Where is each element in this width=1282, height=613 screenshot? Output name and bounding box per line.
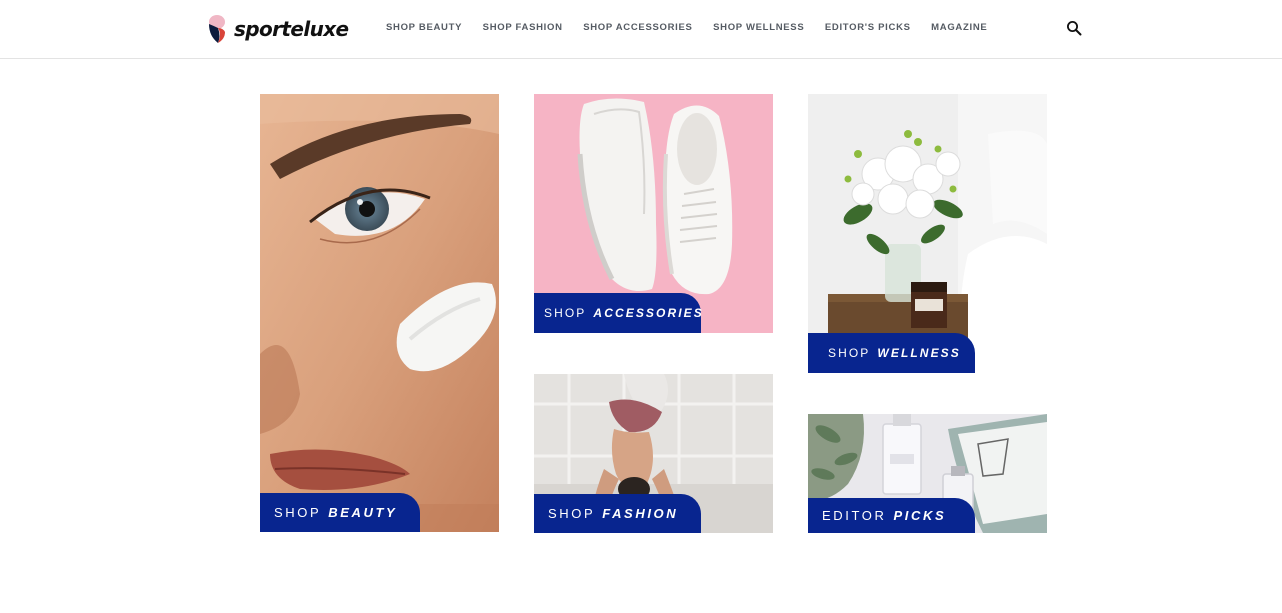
tile-label-wellness: SHOP WELLNESS [808, 333, 975, 373]
site-header: sporteluxe SHOP BEAUTY SHOP FASHION SHOP… [0, 0, 1282, 59]
tile-label-beauty: SHOP BEAUTY [260, 493, 420, 532]
tile-shop-wellness[interactable]: SHOP WELLNESS [808, 94, 1047, 373]
tile-label-word: ACCESSORIES [593, 306, 704, 320]
tile-label-fashion: SHOP FASHION [534, 494, 701, 533]
nav-magazine[interactable]: MAGAZINE [931, 22, 987, 34]
tile-label-prefix: SHOP [544, 306, 587, 320]
nav-shop-accessories[interactable]: SHOP ACCESSORIES [583, 22, 692, 34]
search-icon[interactable] [1066, 20, 1082, 36]
face-with-cream-photo [260, 94, 499, 532]
tile-editor-picks[interactable]: EDITOR PICKS [808, 414, 1047, 533]
tile-shop-beauty[interactable]: SHOP BEAUTY [260, 94, 499, 532]
tile-label-word: PICKS [893, 508, 947, 523]
tile-label-word: WELLNESS [877, 346, 961, 360]
nav-shop-wellness[interactable]: SHOP WELLNESS [713, 22, 804, 34]
brand-name: sporteluxe [234, 17, 349, 41]
tile-label-prefix: SHOP [828, 346, 871, 360]
tile-label-word: BEAUTY [328, 505, 398, 520]
tile-label-accessories: SHOP ACCESSORIES [534, 293, 704, 333]
nav-editors-picks[interactable]: EDITOR'S PICKS [825, 22, 911, 34]
tile-shop-accessories[interactable]: SHOP ACCESSORIES [534, 94, 773, 333]
nav-shop-fashion[interactable]: SHOP FASHION [483, 22, 563, 34]
tile-label-prefix: SHOP [548, 506, 596, 521]
tile-label-prefix: SHOP [274, 505, 322, 520]
tile-label-prefix: EDITOR [822, 508, 887, 523]
brand-logo[interactable]: sporteluxe [207, 14, 349, 44]
brand-mark-icon [209, 15, 225, 43]
tile-label-editor: EDITOR PICKS [808, 498, 975, 533]
flowers-and-candle-photo [808, 94, 1047, 373]
nav-shop-beauty[interactable]: SHOP BEAUTY [386, 22, 462, 34]
tile-label-word: FASHION [602, 506, 679, 521]
main-nav: SHOP BEAUTY SHOP FASHION SHOP ACCESSORIE… [386, 22, 1008, 34]
tile-shop-fashion[interactable]: SHOP FASHION [534, 374, 773, 533]
